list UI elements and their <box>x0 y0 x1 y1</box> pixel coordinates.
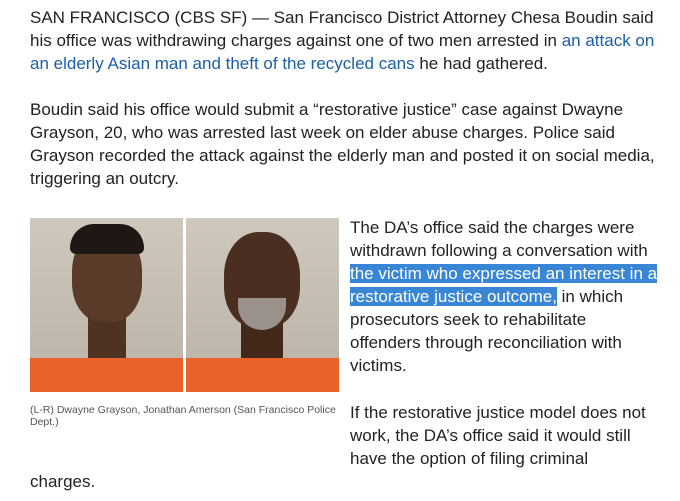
paragraph-option-filing: If the restorative justice model does no… <box>350 403 646 468</box>
article-body: SAN FRANCISCO (CBS SF) — San Francisco D… <box>0 0 680 501</box>
image-caption: (L-R) Dwayne Grayson, Jonathan Amerson (… <box>30 404 336 428</box>
paragraph-option-filing-end: charges. <box>30 472 96 491</box>
intro-text-end: he had gathered. <box>414 54 548 73</box>
paragraph-charges-withdrawn: The DA’s office said the charges were wi… <box>350 216 660 377</box>
paragraph-restorative-case: Boudin said his office would submit a “r… <box>30 100 655 188</box>
mugshots-image <box>30 218 339 392</box>
paragraph-intro: SAN FRANCISCO (CBS SF) — San Francisco D… <box>30 6 660 75</box>
withdrawn-text: The DA’s office said the charges were wi… <box>350 218 648 260</box>
mugshot-jonathan-amerson <box>186 218 339 392</box>
mugshot-dwayne-grayson <box>30 218 183 392</box>
intro-text: SAN FRANCISCO (CBS SF) — San Francisco D… <box>30 8 654 50</box>
